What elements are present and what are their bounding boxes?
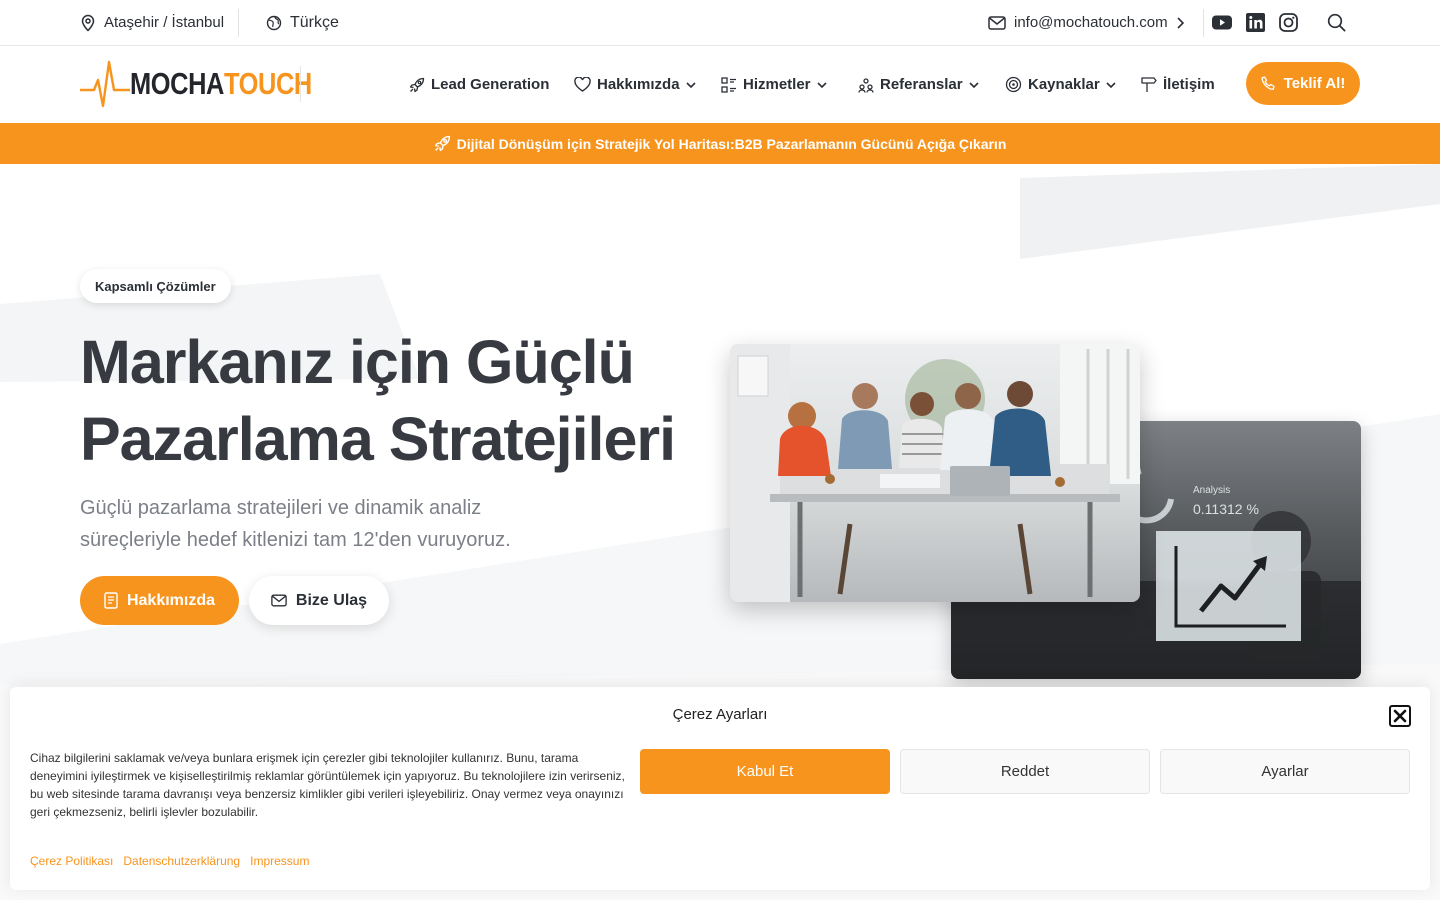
nav-label: Hizmetler <box>743 76 811 93</box>
announcement-banner[interactable]: Dijital Dönüşüm için Stratejik Yol Harit… <box>0 123 1440 164</box>
nav-item-kaynaklar[interactable]: Kaynaklar <box>1005 46 1116 123</box>
hero-subtitle: Güçlü pazarlama stratejileri ve dinamik … <box>80 497 511 551</box>
hero-title-line1: Markanız için Güçlü <box>80 328 635 396</box>
nav-label: Referanslar <box>880 76 963 93</box>
target-icon <box>1005 76 1022 93</box>
team-meeting-photo <box>730 344 1140 602</box>
tagline-pill: Kapsamlı Çözümler <box>80 269 231 303</box>
email-text: info@mochatouch.com <box>1014 14 1168 31</box>
about-us-button[interactable]: Hakkımızda <box>80 576 239 625</box>
hero-title-line2: Pazarlama Stratejileri <box>80 405 676 473</box>
language-switcher[interactable]: Türkçe <box>266 0 339 45</box>
users-icon <box>858 77 874 93</box>
deny-button[interactable]: Reddet <box>900 749 1150 794</box>
document-icon <box>104 592 118 609</box>
nav-item-iletisim[interactable]: İletişim <box>1141 46 1215 123</box>
cookie-links: Çerez Politikası Datenschutzerklärung Im… <box>30 854 309 868</box>
logo-text-part2: TOUCH <box>223 66 312 101</box>
settings-button[interactable]: Ayarlar <box>1160 749 1410 794</box>
accept-button[interactable]: Kabul Et <box>640 749 890 794</box>
linkedin-icon[interactable] <box>1244 11 1266 33</box>
divider <box>300 66 301 102</box>
cta-label: Teklif Al! <box>1283 75 1346 92</box>
signpost-icon <box>1141 77 1157 92</box>
nav-item-hakkimizda[interactable]: Hakkımızda <box>574 46 696 123</box>
cookie-policy-link[interactable]: Çerez Politikası <box>30 854 113 868</box>
contact-us-button[interactable]: Bize Ulaş <box>249 576 389 625</box>
youtube-icon[interactable] <box>1211 11 1233 33</box>
rocket-icon <box>434 135 450 152</box>
close-button[interactable] <box>1389 705 1411 727</box>
banner-text: Dijital Dönüşüm için Stratejik Yol Harit… <box>456 135 1007 152</box>
contact-us-label: Bize Ulaş <box>295 591 368 609</box>
about-us-label: Hakkımızda <box>126 591 216 609</box>
nav-label: Kaynaklar <box>1028 76 1100 93</box>
chevron-down-icon <box>685 81 696 88</box>
analysis-overlay-label: Analysis <box>1193 485 1231 496</box>
heart-icon <box>574 77 591 92</box>
location: Ataşehir / İstanbul <box>80 0 224 45</box>
phone-icon <box>1261 76 1275 90</box>
logo[interactable]: MOCHA TOUCH <box>80 60 352 108</box>
cookie-title: Çerez Ayarları <box>672 706 768 723</box>
language-label: Türkçe <box>290 13 339 31</box>
instagram-icon[interactable] <box>1277 11 1299 33</box>
get-quote-button[interactable]: Teklif Al! <box>1246 62 1360 105</box>
logo-text: MOCHA TOUCH <box>130 66 312 102</box>
chevron-down-icon <box>816 81 827 88</box>
location-text: Ataşehir / İstanbul <box>104 14 225 31</box>
nav-label: Lead Generation <box>431 76 550 93</box>
analysis-overlay-value: 0.11312 % <box>1193 501 1259 517</box>
nav-item-referanslar[interactable]: Referanslar <box>858 46 979 123</box>
chevron-down-icon <box>968 81 979 88</box>
tagline-text: Kapsamlı Çözümler <box>95 278 216 294</box>
privacy-policy-link[interactable]: Datenschutzerklärung <box>123 854 240 868</box>
rocket-icon <box>409 77 425 92</box>
divider <box>1203 9 1204 37</box>
nav-label: Hakkımızda <box>597 76 680 93</box>
envelope-icon <box>988 15 1006 30</box>
location-pin-icon <box>81 14 95 32</box>
chevron-right-icon <box>1177 16 1184 29</box>
logo-text-part1: MOCHA <box>130 66 224 101</box>
main-header: MOCHA TOUCH Lead Generation Hakkımızda Hi… <box>0 46 1440 123</box>
imprint-link[interactable]: Impressum <box>250 854 309 868</box>
cookie-description: Cihaz bilgilerini saklamak ve/veya bunla… <box>30 751 625 819</box>
nav-item-lead-generation[interactable]: Lead Generation <box>409 46 549 123</box>
nav-label: İletişim <box>1163 76 1215 93</box>
globe-icon <box>266 15 282 30</box>
envelope-icon <box>271 594 287 607</box>
divider <box>238 9 239 37</box>
email-link[interactable]: info@mochatouch.com <box>988 0 1184 45</box>
chevron-down-icon <box>1106 81 1116 88</box>
nav-item-hizmetler[interactable]: Hizmetler <box>721 46 827 123</box>
search-icon[interactable] <box>1325 11 1347 33</box>
hero-title: Markanız için Güçlü Pazarlama Stratejile… <box>80 324 740 478</box>
pulse-logo-icon <box>80 60 130 108</box>
cookie-consent-dialog: Çerez Ayarları Cihaz bilgilerini saklama… <box>10 687 1430 890</box>
top-bar: Ataşehir / İstanbul Türkçe info@mochatou… <box>0 0 1440 46</box>
list-icon <box>721 76 736 93</box>
close-icon <box>1393 709 1407 723</box>
